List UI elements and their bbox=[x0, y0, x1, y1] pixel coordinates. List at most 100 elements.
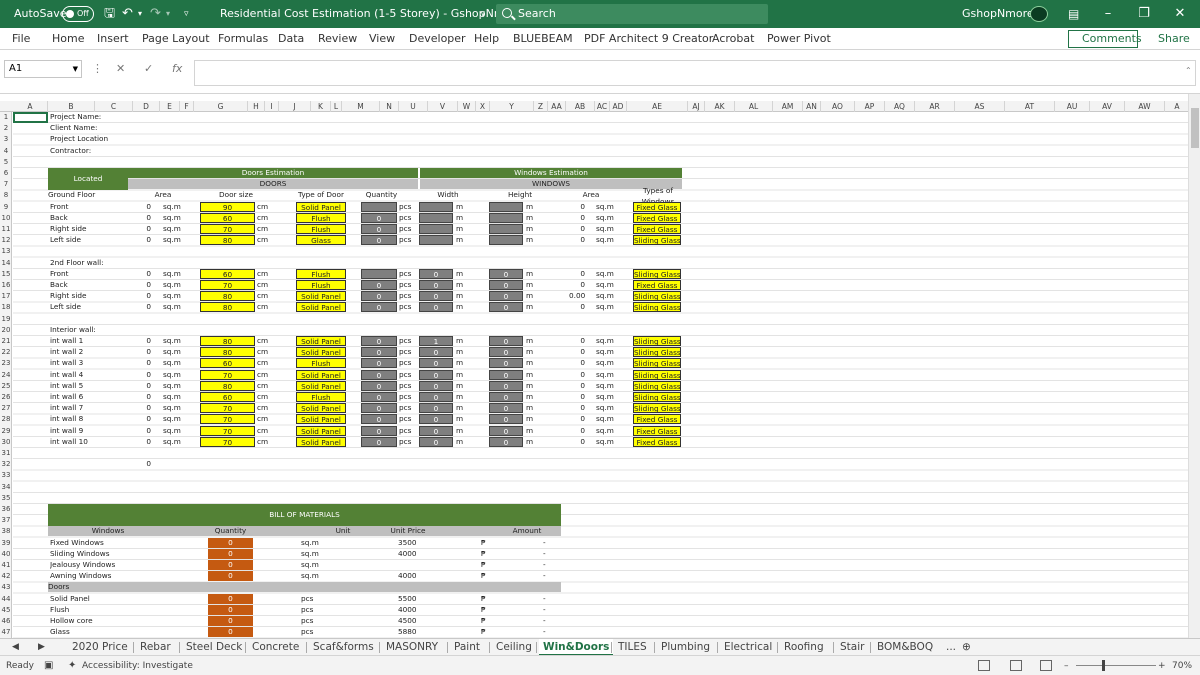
second-floor-label[interactable]: 2nd Floor wall: bbox=[50, 258, 130, 268]
window-area-value[interactable]: 0 bbox=[569, 370, 585, 380]
door-size-input[interactable]: 70 bbox=[200, 425, 255, 436]
sheet-tab[interactable]: Rebar bbox=[140, 639, 171, 656]
sheet-tab[interactable]: Steel Deck bbox=[186, 639, 242, 656]
door-type-input[interactable]: Solid Panel bbox=[296, 302, 346, 313]
location-label[interactable]: int wall 8 bbox=[50, 414, 130, 424]
door-size-input[interactable]: 60 bbox=[200, 392, 255, 402]
quantity-input[interactable]: 0 bbox=[361, 380, 397, 391]
row-header[interactable]: 3 bbox=[0, 134, 12, 145]
bom-item-name[interactable]: Flush bbox=[50, 605, 160, 615]
window-area-value[interactable]: 0 bbox=[569, 347, 585, 357]
window-area-value[interactable]: 0.00 bbox=[569, 291, 585, 301]
name-box[interactable]: A1 ▼ bbox=[4, 60, 82, 78]
bom-quantity-input[interactable]: 0 bbox=[208, 627, 253, 638]
door-type-input[interactable]: Flush bbox=[296, 280, 346, 290]
door-type-input[interactable]: Solid Panel bbox=[296, 425, 346, 436]
quantity-input[interactable]: 0 bbox=[361, 403, 397, 414]
door-type-input[interactable]: Flush bbox=[296, 212, 346, 223]
scroll-left-icon[interactable]: ◀ bbox=[12, 639, 19, 656]
width-input[interactable]: 0 bbox=[419, 358, 453, 369]
customize-toolbar-icon[interactable]: ▿ bbox=[184, 0, 189, 28]
column-header[interactable]: E bbox=[160, 101, 180, 112]
accessibility-icon[interactable]: ✦ bbox=[68, 656, 76, 675]
tab-home[interactable]: Home bbox=[52, 28, 84, 50]
normal-view-icon[interactable] bbox=[978, 660, 990, 671]
row-header[interactable]: 24 bbox=[0, 370, 12, 381]
autosave-toggle[interactable]: Off bbox=[62, 6, 94, 22]
tab-review[interactable]: Review bbox=[318, 28, 357, 50]
sheet-tab[interactable]: TILES bbox=[618, 639, 647, 656]
location-label[interactable]: int wall 10 bbox=[50, 437, 130, 447]
door-size-input[interactable]: 80 bbox=[200, 336, 255, 346]
door-size-input[interactable]: 80 bbox=[200, 235, 255, 246]
cancel-icon[interactable]: ✕ bbox=[116, 60, 125, 78]
column-header[interactable]: G bbox=[194, 101, 248, 112]
window-area-value[interactable]: 0 bbox=[569, 358, 585, 368]
location-label[interactable]: Right side bbox=[50, 224, 130, 234]
area-value[interactable]: 0 bbox=[139, 269, 151, 279]
tab-power-pivot[interactable]: Power Pivot bbox=[767, 28, 831, 50]
height-input[interactable]: 0 bbox=[489, 280, 523, 290]
bom-item-name[interactable]: Jealousy Windows bbox=[50, 560, 160, 570]
row-header[interactable]: 1 bbox=[0, 112, 12, 123]
row-header[interactable]: 33 bbox=[0, 470, 12, 481]
door-type-input[interactable]: Glass bbox=[296, 235, 346, 246]
sheet-tab[interactable]: Plumbing bbox=[661, 639, 710, 656]
area-value[interactable]: 0 bbox=[139, 213, 151, 223]
insert-function-icon[interactable]: fx bbox=[172, 60, 182, 78]
door-type-input[interactable]: Solid Panel bbox=[296, 201, 346, 212]
types-of-windows-label[interactable]: Types of bbox=[633, 186, 683, 196]
window-type-input[interactable]: Fixed Glass bbox=[633, 212, 681, 223]
row-header[interactable]: 4 bbox=[0, 146, 12, 157]
quantity-input[interactable]: 0 bbox=[361, 358, 397, 369]
bom-unit-price[interactable]: 3500 bbox=[398, 538, 438, 548]
bom-unit[interactable]: sq.m bbox=[301, 571, 341, 581]
location-label[interactable]: Front bbox=[50, 269, 130, 279]
location-label[interactable]: Back bbox=[50, 280, 130, 290]
column-header[interactable]: AO bbox=[821, 101, 855, 112]
bom-quantity-input[interactable]: 0 bbox=[208, 548, 253, 559]
comments-button[interactable]: Comments bbox=[1068, 30, 1142, 48]
bom-amount[interactable]: - bbox=[543, 560, 553, 570]
window-area-value[interactable]: 0 bbox=[569, 224, 585, 234]
restore-icon[interactable]: ❐ bbox=[1126, 0, 1162, 28]
bom-quantity-input[interactable]: 0 bbox=[208, 616, 253, 626]
worksheet-grid[interactable]: A B C D E F G H I J K L M N U V W X Y Z AA AB AC AD AE AJ AK AL AM AN… bbox=[0, 94, 1200, 638]
row-header[interactable]: 27 bbox=[0, 403, 12, 414]
more-sheets-icon[interactable]: ... bbox=[946, 639, 956, 656]
area-value[interactable]: 0 bbox=[139, 235, 151, 245]
bom-item-name[interactable]: Solid Panel bbox=[50, 594, 160, 604]
column-header[interactable]: U bbox=[399, 101, 428, 112]
bom-header-fill[interactable] bbox=[443, 526, 493, 537]
add-sheet-icon[interactable]: ⊕ bbox=[962, 639, 971, 656]
door-size-input[interactable]: 60 bbox=[200, 268, 255, 279]
location-label[interactable]: int wall 4 bbox=[50, 370, 130, 380]
column-header[interactable]: A bbox=[1165, 101, 1190, 112]
bom-quantity-header[interactable]: Quantity bbox=[208, 526, 253, 537]
area-value[interactable]: 0 bbox=[139, 358, 151, 368]
interior-wall-label[interactable]: Interior wall: bbox=[50, 325, 130, 335]
avatar[interactable] bbox=[1030, 6, 1048, 22]
bom-amount[interactable]: - bbox=[543, 616, 553, 626]
row-header[interactable]: 29 bbox=[0, 426, 12, 437]
door-size-input[interactable]: 70 bbox=[200, 436, 255, 447]
quantity-input[interactable]: 0 bbox=[361, 212, 397, 223]
quantity-input[interactable]: 0 bbox=[361, 414, 397, 425]
bom-unit-price[interactable]: 4000 bbox=[398, 571, 438, 581]
scroll-right-icon[interactable]: ▶ bbox=[38, 639, 45, 656]
door-type-input[interactable]: Flush bbox=[296, 268, 346, 279]
bom-header-fill[interactable] bbox=[253, 526, 313, 537]
doors-header[interactable]: DOORS bbox=[128, 179, 418, 190]
bom-quantity-input[interactable]: 0 bbox=[208, 560, 253, 570]
bom-unit-price[interactable]: 5880 bbox=[398, 627, 438, 637]
row-header[interactable]: 36 bbox=[0, 504, 12, 515]
window-type-input[interactable]: Fixed Glass bbox=[633, 425, 681, 436]
bom-quantity-input[interactable]: 0 bbox=[208, 593, 253, 604]
row-header[interactable]: 2 bbox=[0, 123, 12, 134]
row-header[interactable]: 5 bbox=[0, 157, 12, 168]
quantity-input[interactable]: 0 bbox=[361, 369, 397, 380]
row-header[interactable]: 23 bbox=[0, 358, 12, 369]
width-input[interactable] bbox=[419, 201, 453, 212]
title-dropdown-icon[interactable]: ∨ bbox=[480, 0, 486, 28]
door-size-input[interactable]: 80 bbox=[200, 302, 255, 313]
